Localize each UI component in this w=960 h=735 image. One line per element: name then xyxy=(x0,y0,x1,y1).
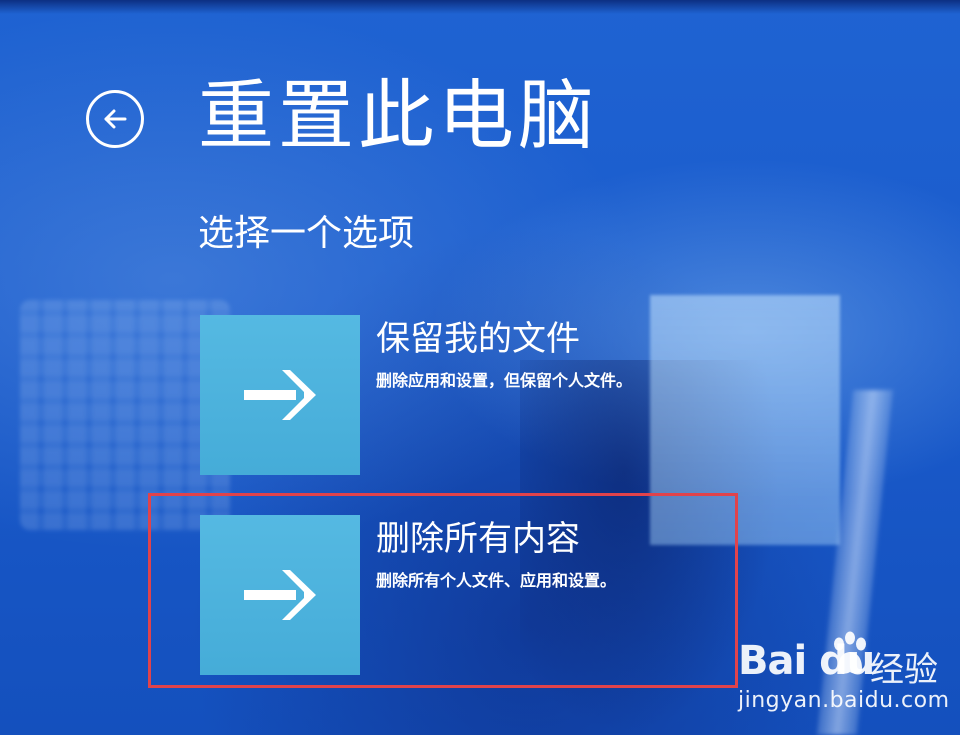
highlight-annotation-box xyxy=(148,493,738,688)
option-title: 保留我的文件 xyxy=(376,319,580,359)
watermark-url: jingyan.baidu.com xyxy=(738,688,950,713)
page-title: 重置此电脑 xyxy=(198,71,598,160)
paw-icon xyxy=(834,631,866,674)
watermark-product: 经验 xyxy=(870,650,938,690)
page-subtitle: 选择一个选项 xyxy=(198,213,415,254)
back-arrow-icon xyxy=(104,109,127,129)
arrow-right-icon xyxy=(244,370,316,420)
back-button[interactable] xyxy=(86,90,144,148)
baidu-jingyan-watermark: Bai du 经验 jingyan.baidu.com xyxy=(738,630,953,730)
option-tile[interactable] xyxy=(200,315,360,475)
option-description: 删除应用和设置，但保留个人文件。 xyxy=(376,371,633,390)
reset-pc-screen: 重置此电脑 选择一个选项 保留我的文件 删除应用和设置，但保留个人文件。 删除所… xyxy=(0,0,960,735)
screen-bezel xyxy=(0,0,960,14)
option-keep-my-files[interactable]: 保留我的文件 删除应用和设置，但保留个人文件。 xyxy=(200,315,740,475)
